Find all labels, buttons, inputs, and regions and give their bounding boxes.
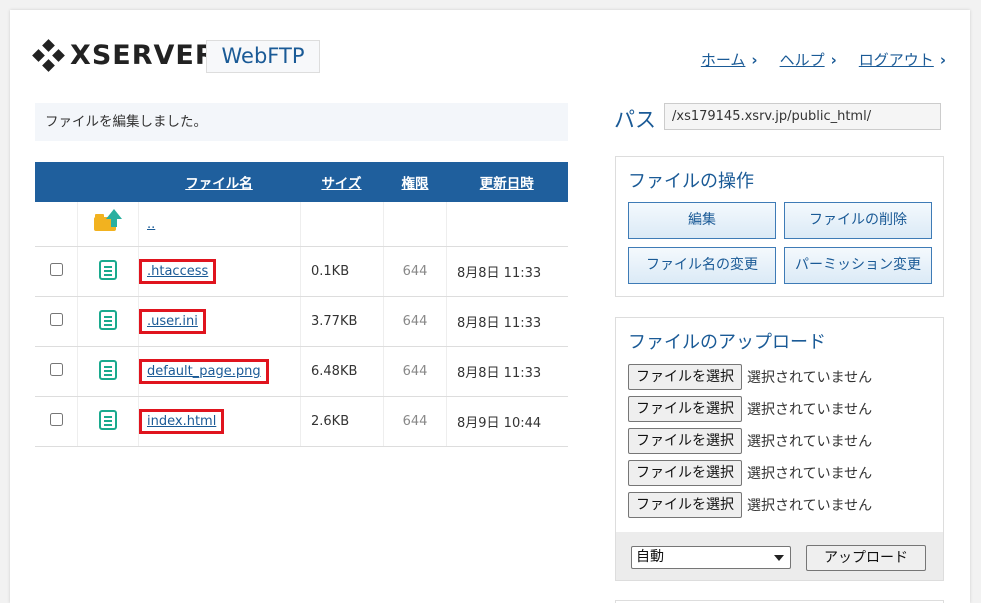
xserver-logo: XSERVER xyxy=(32,38,217,72)
file-date: 8月9日 10:44 xyxy=(446,396,568,447)
no-file-text: 選択されていません xyxy=(747,466,873,482)
file-input-row: ファイルを選択 選択されていません xyxy=(628,492,872,518)
no-file-text: 選択されていません xyxy=(747,402,873,418)
file-input-row: ファイルを選択 選択されていません xyxy=(628,364,872,390)
file-icon xyxy=(99,309,117,330)
row-checkbox[interactable] xyxy=(49,363,63,376)
file-icon xyxy=(99,409,117,430)
file-link[interactable]: .htaccess xyxy=(147,264,208,279)
file-size: 6.48KB xyxy=(300,346,384,397)
highlight-box: .htaccess xyxy=(139,259,217,284)
no-file-text: 選択されていません xyxy=(747,434,873,450)
sort-size-link[interactable]: サイズ xyxy=(321,176,361,192)
highlight-box: .user.ini xyxy=(139,309,206,334)
chevron-right-icon: › xyxy=(939,51,946,69)
file-input-row: ファイルを選択 選択されていません xyxy=(628,428,872,454)
upload-footer: 自動 アップロード xyxy=(616,532,943,580)
permission-button[interactable]: パーミッション変更 xyxy=(784,247,932,284)
file-icon xyxy=(99,259,117,280)
file-permission: 644 xyxy=(383,396,447,447)
table-row: default_page.png 6.48KB 644 8月8日 11:33 xyxy=(35,346,568,397)
choose-file-button[interactable]: ファイルを選択 xyxy=(628,460,742,486)
path-field[interactable]: /xs179145.xsrv.jp/public_html/ xyxy=(664,103,941,130)
parent-directory-link[interactable]: .. xyxy=(147,217,155,232)
file-size: 2.6KB xyxy=(300,396,384,447)
no-file-text: 選択されていません xyxy=(747,370,873,386)
file-link[interactable]: default_page.png xyxy=(147,364,261,379)
file-size: 3.77KB xyxy=(300,296,384,347)
table-row: .htaccess 0.1KB 644 8月8日 11:33 xyxy=(35,246,568,297)
table-row: .user.ini 3.77KB 644 8月8日 11:33 xyxy=(35,296,568,347)
file-permission: 644 xyxy=(383,346,447,397)
file-input-row: ファイルを選択 選択されていません xyxy=(628,396,872,422)
highlight-box: default_page.png xyxy=(139,359,269,384)
choose-file-button[interactable]: ファイルを選択 xyxy=(628,364,742,390)
choose-file-button[interactable]: ファイルを選択 xyxy=(628,428,742,454)
upload-title: ファイルのアップロード xyxy=(628,332,826,353)
row-checkbox[interactable] xyxy=(49,313,63,326)
edit-button[interactable]: 編集 xyxy=(628,202,776,239)
file-operations-panel: ファイルの操作 編集 ファイルの削除 ファイル名の変更 パーミッション変更 xyxy=(615,156,944,297)
path-label: パス xyxy=(614,108,656,132)
nav-help-link[interactable]: ヘルプ xyxy=(780,51,825,69)
chevron-down-icon xyxy=(774,555,784,561)
file-table: ファイル名 サイズ 権限 更新日時 .. .htaccess 0.1KB 644… xyxy=(35,162,568,447)
upload-button[interactable]: アップロード xyxy=(806,545,926,571)
logo-diamond-icon xyxy=(32,38,65,72)
file-date: 8月8日 11:33 xyxy=(446,346,568,397)
table-header-row: ファイル名 サイズ 権限 更新日時 xyxy=(35,162,568,202)
table-row: index.html 2.6KB 644 8月9日 10:44 xyxy=(35,396,568,447)
chevron-right-icon: › xyxy=(751,51,758,69)
sort-date-link[interactable]: 更新日時 xyxy=(480,176,534,192)
file-input-row: ファイルを選択 選択されていません xyxy=(628,460,872,486)
file-operations-title: ファイルの操作 xyxy=(628,171,754,192)
delete-file-button[interactable]: ファイルの削除 xyxy=(784,202,932,239)
nav-home-link[interactable]: ホーム xyxy=(701,51,746,69)
logo-text: XSERVER xyxy=(70,40,217,71)
upload-panel: ファイルのアップロード ファイルを選択 選択されていません ファイルを選択 選択… xyxy=(615,317,944,581)
sort-perm-link[interactable]: 権限 xyxy=(402,176,429,192)
product-name: WebFTP xyxy=(206,40,320,73)
status-message: ファイルを編集しました。 xyxy=(35,103,568,141)
rename-button[interactable]: ファイル名の変更 xyxy=(628,247,776,284)
top-nav: ホーム › ヘルプ › ログアウト › xyxy=(701,49,946,70)
sort-name-link[interactable]: ファイル名 xyxy=(185,176,253,192)
folder-up-icon[interactable] xyxy=(94,209,122,233)
choose-file-button[interactable]: ファイルを選択 xyxy=(628,396,742,422)
file-size: 0.1KB xyxy=(300,246,384,297)
file-link[interactable]: index.html xyxy=(147,414,216,429)
no-file-text: 選択されていません xyxy=(747,498,873,514)
file-permission: 644 xyxy=(383,296,447,347)
file-permission: 644 xyxy=(383,246,447,297)
highlight-box: index.html xyxy=(139,409,225,434)
transfer-mode-value: 自動 xyxy=(636,549,664,565)
file-date: 8月8日 11:33 xyxy=(446,246,568,297)
file-icon xyxy=(99,359,117,380)
choose-file-button[interactable]: ファイルを選択 xyxy=(628,492,742,518)
transfer-mode-select[interactable]: 自動 xyxy=(631,546,791,569)
nav-logout-link[interactable]: ログアウト xyxy=(859,51,934,69)
file-link[interactable]: .user.ini xyxy=(147,314,198,329)
file-date: 8月8日 11:33 xyxy=(446,296,568,347)
page: XSERVER WebFTP ホーム › ヘルプ › ログアウト › ファイルを編集し… xyxy=(10,10,970,603)
row-checkbox[interactable] xyxy=(49,263,63,276)
row-checkbox[interactable] xyxy=(49,413,63,426)
table-row-parent: .. xyxy=(35,202,568,247)
chevron-right-icon: › xyxy=(830,51,837,69)
